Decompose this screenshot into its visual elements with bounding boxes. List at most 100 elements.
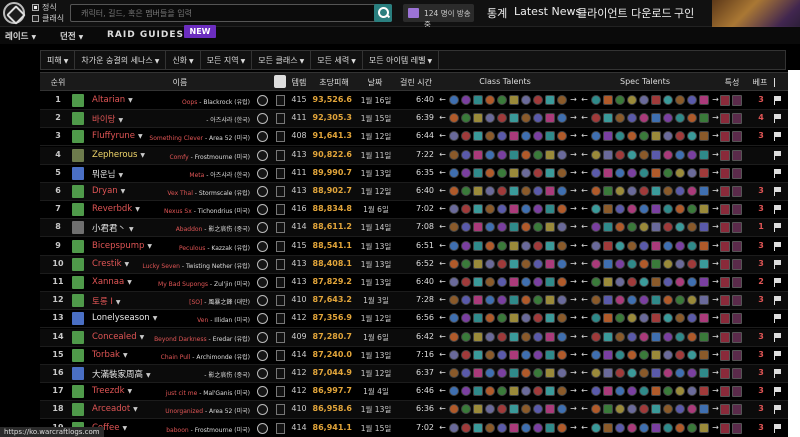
- talent-icon[interactable]: [497, 277, 507, 287]
- talent-icon[interactable]: [521, 404, 531, 415]
- header-date[interactable]: 날짜: [360, 77, 390, 88]
- fight-duration[interactable]: 7:22: [398, 150, 434, 159]
- talent-icon[interactable]: [603, 149, 613, 160]
- talent-icon[interactable]: [675, 131, 685, 142]
- talent-icon[interactable]: [699, 295, 709, 306]
- talent-icon[interactable]: [545, 277, 555, 287]
- trait-icon[interactable]: [720, 368, 730, 379]
- flag-icon[interactable]: [774, 132, 781, 142]
- talent-icon[interactable]: [473, 404, 483, 415]
- talent-icon[interactable]: [521, 149, 531, 160]
- trait-icon[interactable]: [732, 277, 742, 288]
- flag-icon[interactable]: [774, 296, 781, 306]
- talent-icon[interactable]: [639, 331, 649, 342]
- talent-icon[interactable]: [533, 422, 543, 433]
- talent-icon[interactable]: [461, 204, 471, 215]
- fight-duration[interactable]: 6:40: [398, 95, 434, 104]
- talent-icon[interactable]: [615, 368, 625, 378]
- talent-icon[interactable]: [663, 368, 673, 378]
- talent-icon[interactable]: [663, 131, 673, 142]
- talent-icon[interactable]: [557, 404, 567, 415]
- talent-icon[interactable]: [497, 368, 507, 378]
- talent-icon[interactable]: [497, 131, 507, 142]
- talent-icon[interactable]: [651, 186, 661, 196]
- talent-icon[interactable]: [663, 222, 673, 233]
- talent-icon[interactable]: [533, 313, 543, 324]
- header-name[interactable]: 이름: [160, 77, 200, 88]
- filter-boss[interactable]: 차가운 숭결의 세나스 ▼: [75, 51, 167, 69]
- talent-icon[interactable]: [639, 240, 649, 251]
- talent-icon[interactable]: [473, 222, 483, 233]
- guild-realm[interactable]: My Bad Supongs - Zul'jin (미국): [158, 279, 250, 288]
- talent-icon[interactable]: [687, 131, 697, 142]
- talent-icon[interactable]: [663, 277, 673, 287]
- menu-raids[interactable]: 레이드 ▼: [5, 30, 36, 42]
- table-row[interactable]: 6 Dryan ▼ Vex Thal - Stormscale (유럽) 413 88,9…: [40, 183, 788, 201]
- talent-icon[interactable]: [651, 386, 661, 397]
- talent-icon[interactable]: [497, 313, 507, 324]
- talent-icon[interactable]: [557, 95, 567, 105]
- talent-icon[interactable]: [521, 331, 531, 342]
- talent-icon[interactable]: [557, 113, 567, 124]
- talent-icon[interactable]: [639, 368, 649, 378]
- trait-icon[interactable]: [720, 95, 730, 106]
- search-input[interactable]: 캐릭터, 길드, 혹은 멤버들을 입력: [70, 4, 392, 22]
- talent-icon[interactable]: [545, 404, 555, 415]
- talent-icon[interactable]: [651, 277, 661, 287]
- talent-icon[interactable]: [449, 149, 459, 160]
- talent-icon[interactable]: [603, 368, 613, 378]
- trait-icon[interactable]: [720, 349, 730, 361]
- talent-icon[interactable]: [545, 386, 555, 397]
- talent-icon[interactable]: [627, 422, 637, 433]
- talent-icon[interactable]: [675, 204, 685, 215]
- talent-icon[interactable]: [699, 222, 709, 233]
- talent-icon[interactable]: [663, 258, 673, 269]
- nav-client-download[interactable]: 클라이언트 다운로드: [577, 5, 672, 21]
- player-name-link[interactable]: Altarian ▼: [92, 95, 133, 105]
- talent-icon[interactable]: [473, 386, 483, 397]
- talent-icon[interactable]: [675, 95, 685, 105]
- talent-icon[interactable]: [591, 95, 601, 105]
- fight-duration[interactable]: 6:44: [398, 131, 434, 140]
- talent-icon[interactable]: [485, 258, 495, 269]
- talent-icon[interactable]: [449, 386, 459, 397]
- fight-duration[interactable]: 6:37: [398, 368, 434, 377]
- talent-icon[interactable]: [533, 295, 543, 306]
- dps-value[interactable]: 92,305.3: [312, 113, 352, 122]
- checkbox-icon[interactable]: [32, 4, 39, 11]
- talent-icon[interactable]: [699, 240, 709, 251]
- fight-duration[interactable]: 6:56: [398, 313, 434, 322]
- talent-icon[interactable]: [603, 404, 613, 415]
- talent-icon[interactable]: [545, 313, 555, 324]
- talent-icon[interactable]: [639, 131, 649, 142]
- talent-icon[interactable]: [615, 277, 625, 287]
- trait-icon[interactable]: [732, 113, 742, 125]
- talent-icon[interactable]: [521, 222, 531, 233]
- table-row[interactable]: 12 토롱 I ▼ [SO] - 風暴之鋒 (대만) 410 87,643.2 1월 3일 7…: [40, 292, 788, 311]
- player-name-link[interactable]: Zepherous ▼: [92, 150, 145, 160]
- header-dps[interactable]: 초당피해: [316, 77, 352, 88]
- talent-icon[interactable]: [521, 131, 531, 142]
- talent-icon[interactable]: [627, 258, 637, 269]
- trait-icon[interactable]: [732, 258, 742, 270]
- talent-icon[interactable]: [449, 368, 459, 378]
- player-name-link[interactable]: Bicepspump ▼: [92, 241, 152, 251]
- talent-icon[interactable]: [603, 204, 613, 215]
- table-row[interactable]: 3 Fluffyrune ▼ Something Clever - Area 52 (…: [40, 128, 788, 147]
- fight-duration[interactable]: 6:46: [398, 386, 434, 395]
- talent-icon[interactable]: [639, 386, 649, 397]
- talent-icon[interactable]: [651, 167, 661, 178]
- talent-icon[interactable]: [615, 404, 625, 415]
- talent-icon[interactable]: [687, 186, 697, 196]
- talent-icon[interactable]: [699, 204, 709, 215]
- nav-latest-news[interactable]: Latest News: [514, 5, 581, 18]
- talent-icon[interactable]: [651, 149, 661, 160]
- talent-icon[interactable]: [663, 240, 673, 251]
- video-icon[interactable]: [276, 95, 285, 106]
- talent-icon[interactable]: [473, 258, 483, 269]
- talent-icon[interactable]: [639, 404, 649, 415]
- talent-icon[interactable]: [651, 313, 661, 324]
- table-row[interactable]: 18 Arceadot ▼ Unorganized - Area 52 (미국) 410…: [40, 401, 788, 420]
- talent-icon[interactable]: [651, 113, 661, 124]
- talent-icon[interactable]: [473, 186, 483, 196]
